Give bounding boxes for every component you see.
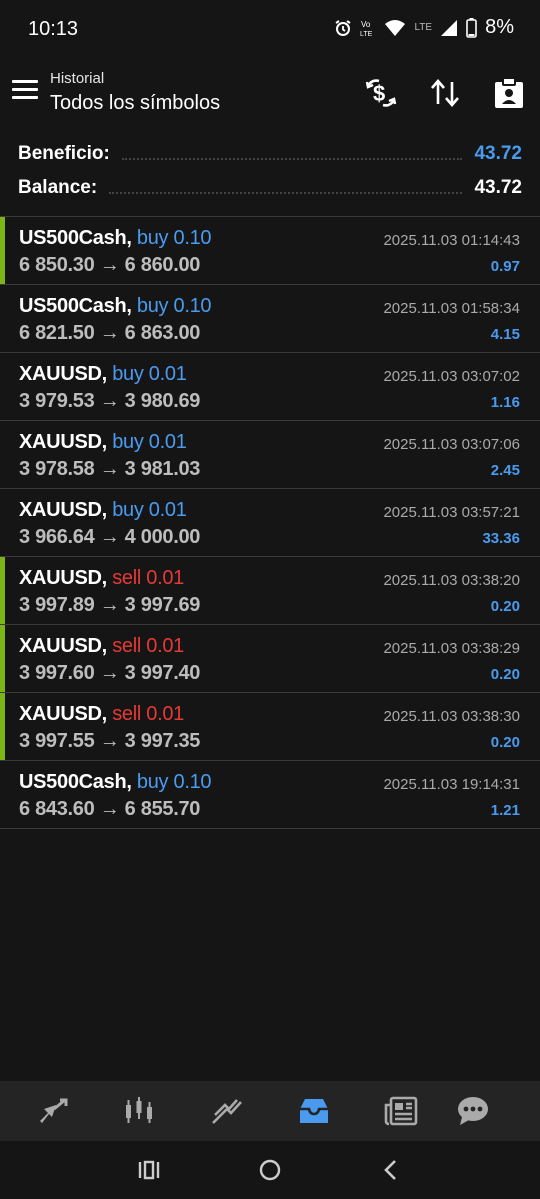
deal-symbol: XAUUSD, sell 0.01 [19,635,184,657]
balance-row: Balance: 43.72 [18,171,522,205]
deal-type: buy 0.01 [112,499,187,521]
dotted-leader [109,182,463,194]
news-icon[interactable] [384,1095,418,1127]
alarm-icon [335,19,352,36]
deal-prices: 6 850.30 → 6 860.00 [19,254,201,276]
summary-panel: Beneficio: 43.72 Balance: 43.72 [0,136,540,216]
deal-row[interactable]: XAUUSD, buy 0.01 3 978.58 → 3 981.03 202… [0,420,540,488]
svg-text:$: $ [373,81,385,106]
deal-prices: 3 979.53 → 3 980.69 [19,390,201,412]
trade-icon[interactable] [210,1095,244,1127]
history-icon[interactable] [297,1095,331,1127]
menu-icon[interactable] [12,80,38,102]
deal-time: 2025.11.03 03:07:06 [383,436,520,453]
chart-icon[interactable] [122,1095,156,1127]
deal-time: 2025.11.03 03:38:30 [383,708,520,725]
deal-symbol: XAUUSD, buy 0.01 [19,499,187,521]
deal-symbol: XAUUSD, sell 0.01 [19,703,184,725]
deals-list: US500Cash, buy 0.10 6 850.30 → 6 860.00 … [0,216,540,829]
back-icon[interactable] [378,1157,404,1183]
deal-profit: 0.20 [490,598,520,615]
deal-type: buy 0.10 [136,771,212,793]
page-subtitle: Historial [50,70,105,87]
dotted-leader [121,148,463,160]
deal-type: sell 0.01 [112,703,184,725]
deal-symbol: US500Cash, buy 0.10 [19,295,212,317]
deal-profit: 0.20 [490,734,520,751]
system-nav-bar [0,1141,540,1199]
status-bar: 10:13 Vo LTE LTE 8% [0,0,540,58]
deal-profit: 1.16 [490,394,520,411]
deal-accent-bar [0,693,5,761]
deal-type: sell 0.01 [112,635,184,657]
deal-type: buy 0.10 [136,295,212,317]
deal-row[interactable]: XAUUSD, sell 0.01 3 997.89 → 3 997.69 20… [0,556,540,625]
svg-text:Vo: Vo [361,20,371,29]
battery-percent: 8% [485,16,514,38]
bottom-nav [0,1081,540,1141]
deal-prices: 3 997.60 → 3 997.40 [19,662,201,684]
balance-value: 43.72 [474,177,522,198]
deal-row[interactable]: US500Cash, buy 0.10 6 821.50 → 6 863.00 … [0,284,540,352]
deal-time: 2025.11.03 03:38:20 [383,572,520,589]
deal-profit: 0.20 [490,666,520,683]
sort-icon[interactable] [428,76,462,110]
deal-prices: 3 997.89 → 3 997.69 [19,594,201,616]
deal-profit: 33.36 [482,530,520,547]
profit-row: Beneficio: 43.72 [18,137,522,171]
deal-row[interactable]: XAUUSD, sell 0.01 3 997.55 → 3 997.35 20… [0,692,540,761]
signal-icon [441,19,458,36]
chat-icon[interactable] [456,1095,490,1127]
recent-apps-icon[interactable] [136,1157,162,1183]
deal-symbol: XAUUSD, buy 0.01 [19,363,187,385]
deal-prices: 6 843.60 → 6 855.70 [19,798,201,820]
volte-icon: Vo LTE [360,20,373,38]
home-icon[interactable] [257,1157,283,1183]
status-icons: Vo LTE LTE 8% [334,16,514,39]
currency-exchange-icon[interactable]: $ [364,76,398,110]
deal-type: buy 0.10 [136,227,212,249]
deal-time: 2025.11.03 03:57:21 [383,504,520,521]
deal-profit: 0.97 [490,258,520,275]
battery-icon [466,17,477,38]
deal-accent-bar [0,557,5,625]
page-title[interactable]: Todos los símbolos [50,92,220,115]
deal-symbol: XAUUSD, buy 0.01 [19,431,187,453]
status-time: 10:13 [28,18,79,40]
deal-type: buy 0.01 [112,363,187,385]
profit-value: 43.72 [474,143,522,164]
deal-row[interactable]: XAUUSD, buy 0.01 3 966.64 → 4 000.00 202… [0,488,540,556]
deal-profit: 2.45 [490,462,520,479]
deal-prices: 3 978.58 → 3 981.03 [19,458,201,480]
deal-type: buy 0.01 [112,431,187,453]
report-icon[interactable] [492,76,526,110]
deal-prices: 6 821.50 → 6 863.00 [19,322,201,344]
deal-type: sell 0.01 [112,567,184,589]
deal-prices: 3 966.64 → 4 000.00 [19,526,201,548]
deal-symbol: XAUUSD, sell 0.01 [19,567,184,589]
profit-label: Beneficio: [18,143,110,164]
deal-time: 2025.11.03 03:07:02 [383,368,520,385]
deal-time: 2025.11.03 19:14:31 [383,776,520,793]
deal-accent-bar [0,217,5,285]
deal-time: 2025.11.03 03:38:29 [383,640,520,657]
deal-symbol: US500Cash, buy 0.10 [19,227,212,249]
deal-row[interactable]: XAUUSD, sell 0.01 3 997.60 → 3 997.40 20… [0,624,540,693]
deal-row[interactable]: US500Cash, buy 0.10 6 843.60 → 6 855.70 … [0,760,540,829]
balance-label: Balance: [18,177,98,198]
network-type: LTE [414,21,433,33]
deal-row[interactable]: US500Cash, buy 0.10 6 850.30 → 6 860.00 … [0,216,540,285]
svg-text:LTE: LTE [360,31,373,38]
deal-profit: 4.15 [490,326,520,343]
deal-prices: 3 997.55 → 3 997.35 [19,730,201,752]
deal-symbol: US500Cash, buy 0.10 [19,771,212,793]
deal-profit: 1.21 [490,802,520,819]
deal-time: 2025.11.03 01:58:34 [383,300,520,317]
deal-row[interactable]: XAUUSD, buy 0.01 3 979.53 → 3 980.69 202… [0,352,540,420]
deal-accent-bar [0,625,5,693]
quotes-icon[interactable] [36,1095,70,1127]
wifi-icon [385,19,406,36]
deal-time: 2025.11.03 01:14:43 [383,232,520,249]
app-bar: Historial Todos los símbolos $ [0,62,540,132]
